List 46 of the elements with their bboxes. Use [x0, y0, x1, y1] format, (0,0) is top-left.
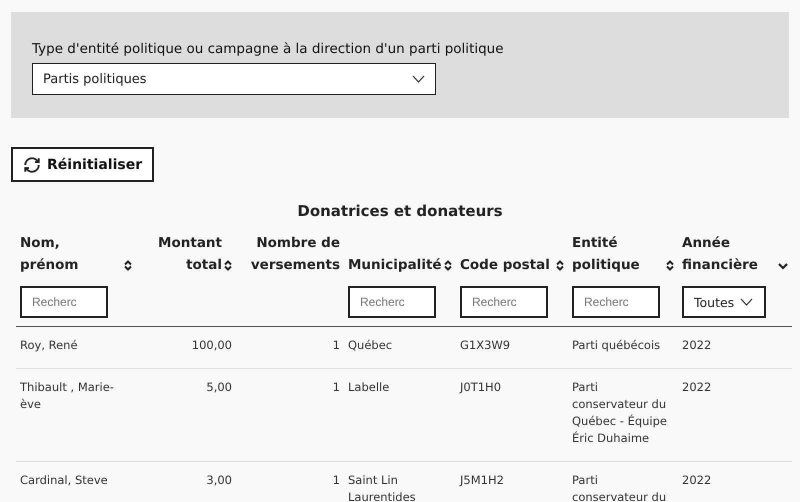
- table-cell: Québec: [348, 338, 392, 352]
- table-cell: G1X3W9: [460, 338, 510, 352]
- table-cell: 2022: [682, 473, 712, 487]
- table-cell: Cardinal, Steve: [20, 473, 108, 487]
- search-field[interactable]: Recherc: [20, 286, 108, 318]
- table-cell: 2022: [682, 338, 712, 352]
- column-header[interactable]: Entité politique: [572, 232, 664, 276]
- table-cell: 100,00: [192, 338, 232, 352]
- sort-icon[interactable]: [556, 260, 564, 271]
- sort-icon[interactable]: [224, 260, 232, 271]
- table-cell: 1: [332, 473, 340, 487]
- table-cell: 3,00: [206, 473, 232, 487]
- filter-label: Type d'entité politique ou campagne à la direction d'un parti politique: [32, 41, 505, 57]
- search-field[interactable]: Recherc: [348, 286, 436, 318]
- entity-type-select[interactable]: Partis politiques: [32, 63, 436, 95]
- chevron-down-icon: [740, 298, 754, 306]
- table-cell: 5,00: [206, 380, 232, 394]
- table-cell: 1: [332, 380, 340, 394]
- column-header[interactable]: Montant total: [140, 232, 222, 276]
- table-cell: Thibault , Marie-ève: [20, 380, 114, 411]
- sort-icon[interactable]: [124, 260, 132, 271]
- table-cell: Parti conservateur du: [572, 473, 666, 502]
- chevron-down-icon[interactable]: [778, 262, 788, 270]
- column-header[interactable]: Municipalité: [348, 254, 442, 276]
- table-cell: J5M1H2: [460, 473, 504, 487]
- table-cell: J0T1H0: [460, 380, 502, 394]
- refresh-icon: [23, 156, 41, 174]
- column-header[interactable]: Code postal: [460, 254, 550, 276]
- year-select[interactable]: Toutes: [682, 286, 766, 318]
- table-cell: 2022: [682, 380, 712, 394]
- sort-icon[interactable]: [444, 260, 452, 271]
- table-title: Donatrices et donateurs: [296, 202, 504, 220]
- search-field[interactable]: Recherc: [460, 286, 548, 318]
- table-cell: Parti conservateur du Québec - Équipe Éric Duhaime: [572, 380, 667, 445]
- chevron-down-icon: [412, 75, 425, 83]
- reset-button[interactable]: Réinitialiser: [11, 147, 154, 182]
- column-header: Nombre de versements: [250, 234, 340, 275]
- column-header[interactable]: Année financière: [682, 232, 776, 276]
- search-field[interactable]: Recherc: [572, 286, 660, 318]
- column-header[interactable]: Nom, prénom: [20, 232, 122, 276]
- table-cell: Parti québécois: [572, 338, 660, 352]
- table-cell: Labelle: [348, 380, 390, 394]
- table-cell: 1: [332, 338, 340, 352]
- table-cell: Saint Lin Laurentides: [348, 473, 416, 502]
- table-cell: Roy, René: [20, 338, 78, 352]
- sort-icon[interactable]: [666, 260, 674, 271]
